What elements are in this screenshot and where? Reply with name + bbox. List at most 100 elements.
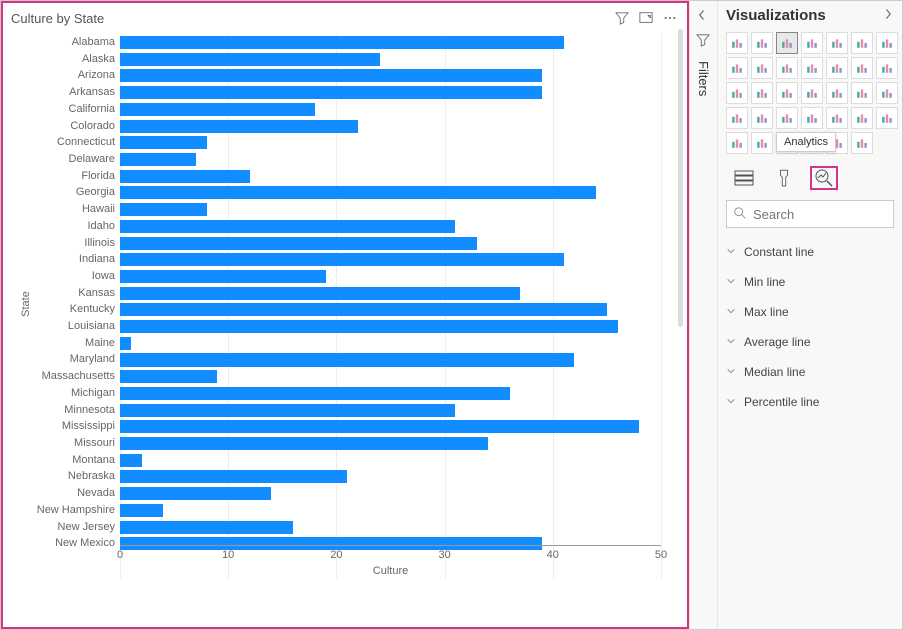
key-influencers-icon[interactable] (751, 132, 773, 154)
bar-row[interactable]: Nebraska (120, 470, 661, 483)
treemap-icon[interactable] (776, 82, 798, 104)
clustered-bar-chart-icon[interactable] (776, 32, 798, 54)
stacked-area-chart-icon[interactable] (751, 57, 773, 79)
bar-row[interactable]: Connecticut (120, 136, 661, 149)
stacked-bar-chart-icon[interactable] (726, 32, 748, 54)
matrix-viz-icon[interactable] (851, 107, 873, 129)
bar-fill[interactable] (120, 337, 131, 350)
bar-fill[interactable] (120, 487, 271, 500)
filters-icon[interactable] (696, 33, 712, 49)
bar-row[interactable]: Massachusetts (120, 370, 661, 383)
hundred-stacked-bar-icon[interactable] (826, 32, 848, 54)
funnel-chart-icon[interactable] (851, 82, 873, 104)
bar-fill[interactable] (120, 404, 455, 417)
analytics-section[interactable]: Average line (726, 326, 894, 356)
filled-map-icon[interactable] (826, 82, 848, 104)
bar-row[interactable]: California (120, 103, 661, 116)
bar-fill[interactable] (120, 220, 455, 233)
search-box[interactable] (726, 200, 894, 228)
pie-chart-icon[interactable] (726, 82, 748, 104)
filters-label[interactable]: Filters (696, 61, 711, 96)
bar-row[interactable]: Delaware (120, 153, 661, 166)
bar-fill[interactable] (120, 186, 596, 199)
more-options-icon[interactable] (661, 9, 679, 27)
bar-fill[interactable] (120, 320, 618, 333)
scatter-chart-icon[interactable] (876, 57, 898, 79)
analytics-section[interactable]: Constant line (726, 236, 894, 266)
bar-fill[interactable] (120, 470, 347, 483)
chart-scrollbar[interactable] (678, 29, 683, 327)
r-visual-icon[interactable] (876, 107, 898, 129)
chart-visual[interactable]: Culture by State State AlabamaAlaskaAriz… (1, 1, 689, 629)
bar-fill[interactable] (120, 153, 196, 166)
bar-row[interactable]: Kentucky (120, 303, 661, 316)
chevron-left-icon[interactable] (696, 9, 712, 25)
line-stacked-column-icon[interactable] (776, 57, 798, 79)
bar-fill[interactable] (120, 353, 574, 366)
bar-row[interactable]: Florida (120, 170, 661, 183)
bar-fill[interactable] (120, 420, 639, 433)
bar-fill[interactable] (120, 504, 163, 517)
bar-fill[interactable] (120, 521, 293, 534)
bar-fill[interactable] (120, 69, 542, 82)
bar-row[interactable]: Maryland (120, 353, 661, 366)
bar-fill[interactable] (120, 170, 250, 183)
analytics-section[interactable]: Min line (726, 266, 894, 296)
bar-fill[interactable] (120, 53, 380, 66)
filter-icon[interactable] (613, 9, 631, 27)
search-input[interactable] (753, 207, 903, 222)
multi-row-card-icon[interactable] (751, 107, 773, 129)
bar-row[interactable]: Louisiana (120, 320, 661, 333)
hundred-stacked-column-icon[interactable] (851, 32, 873, 54)
bar-row[interactable]: Illinois (120, 237, 661, 250)
bar-fill[interactable] (120, 270, 326, 283)
bar-row[interactable]: New Jersey (120, 521, 661, 534)
analytics-section[interactable]: Percentile line (726, 386, 894, 416)
table-viz-icon[interactable] (826, 107, 848, 129)
bar-row[interactable]: Idaho (120, 220, 661, 233)
bar-row[interactable]: Alaska (120, 53, 661, 66)
bar-row[interactable]: Iowa (120, 270, 661, 283)
bar-row[interactable]: Arizona (120, 69, 661, 82)
bar-fill[interactable] (120, 120, 358, 133)
format-tab[interactable] (770, 166, 798, 190)
bar-row[interactable]: Arkansas (120, 86, 661, 99)
bar-row[interactable]: Nevada (120, 487, 661, 500)
bar-row[interactable]: Missouri (120, 437, 661, 450)
analytics-section[interactable]: Median line (726, 356, 894, 386)
bar-fill[interactable] (120, 136, 207, 149)
bar-row[interactable]: Minnesota (120, 404, 661, 417)
bar-fill[interactable] (120, 203, 207, 216)
bar-row[interactable]: Georgia (120, 186, 661, 199)
ribbon-chart-icon[interactable] (826, 57, 848, 79)
bar-fill[interactable] (120, 437, 488, 450)
bar-fill[interactable] (120, 253, 564, 266)
slicer-icon[interactable] (801, 107, 823, 129)
bar-row[interactable]: New Hampshire (120, 504, 661, 517)
bar-fill[interactable] (120, 103, 315, 116)
bar-row[interactable]: Indiana (120, 253, 661, 266)
bar-row[interactable]: Michigan (120, 387, 661, 400)
bar-fill[interactable] (120, 370, 217, 383)
stacked-column-chart-icon[interactable] (751, 32, 773, 54)
line-chart-icon[interactable] (876, 32, 898, 54)
focus-mode-icon[interactable] (637, 9, 655, 27)
line-clustered-column-icon[interactable] (801, 57, 823, 79)
analytics-section[interactable]: Max line (726, 296, 894, 326)
clustered-column-chart-icon[interactable] (801, 32, 823, 54)
bar-fill[interactable] (120, 303, 607, 316)
chevron-right-icon[interactable] (882, 7, 894, 24)
waterfall-chart-icon[interactable] (851, 57, 873, 79)
bar-row[interactable]: Colorado (120, 120, 661, 133)
fields-tab[interactable] (730, 166, 758, 190)
bar-fill[interactable] (120, 287, 520, 300)
bar-fill[interactable] (120, 36, 564, 49)
bar-row[interactable]: Kansas (120, 287, 661, 300)
py-visual-icon[interactable] (726, 132, 748, 154)
import-visual-icon[interactable] (851, 132, 873, 154)
bar-row[interactable]: Hawaii (120, 203, 661, 216)
bar-fill[interactable] (120, 454, 142, 467)
kpi-icon[interactable] (776, 107, 798, 129)
bar-fill[interactable] (120, 86, 542, 99)
donut-chart-icon[interactable] (751, 82, 773, 104)
